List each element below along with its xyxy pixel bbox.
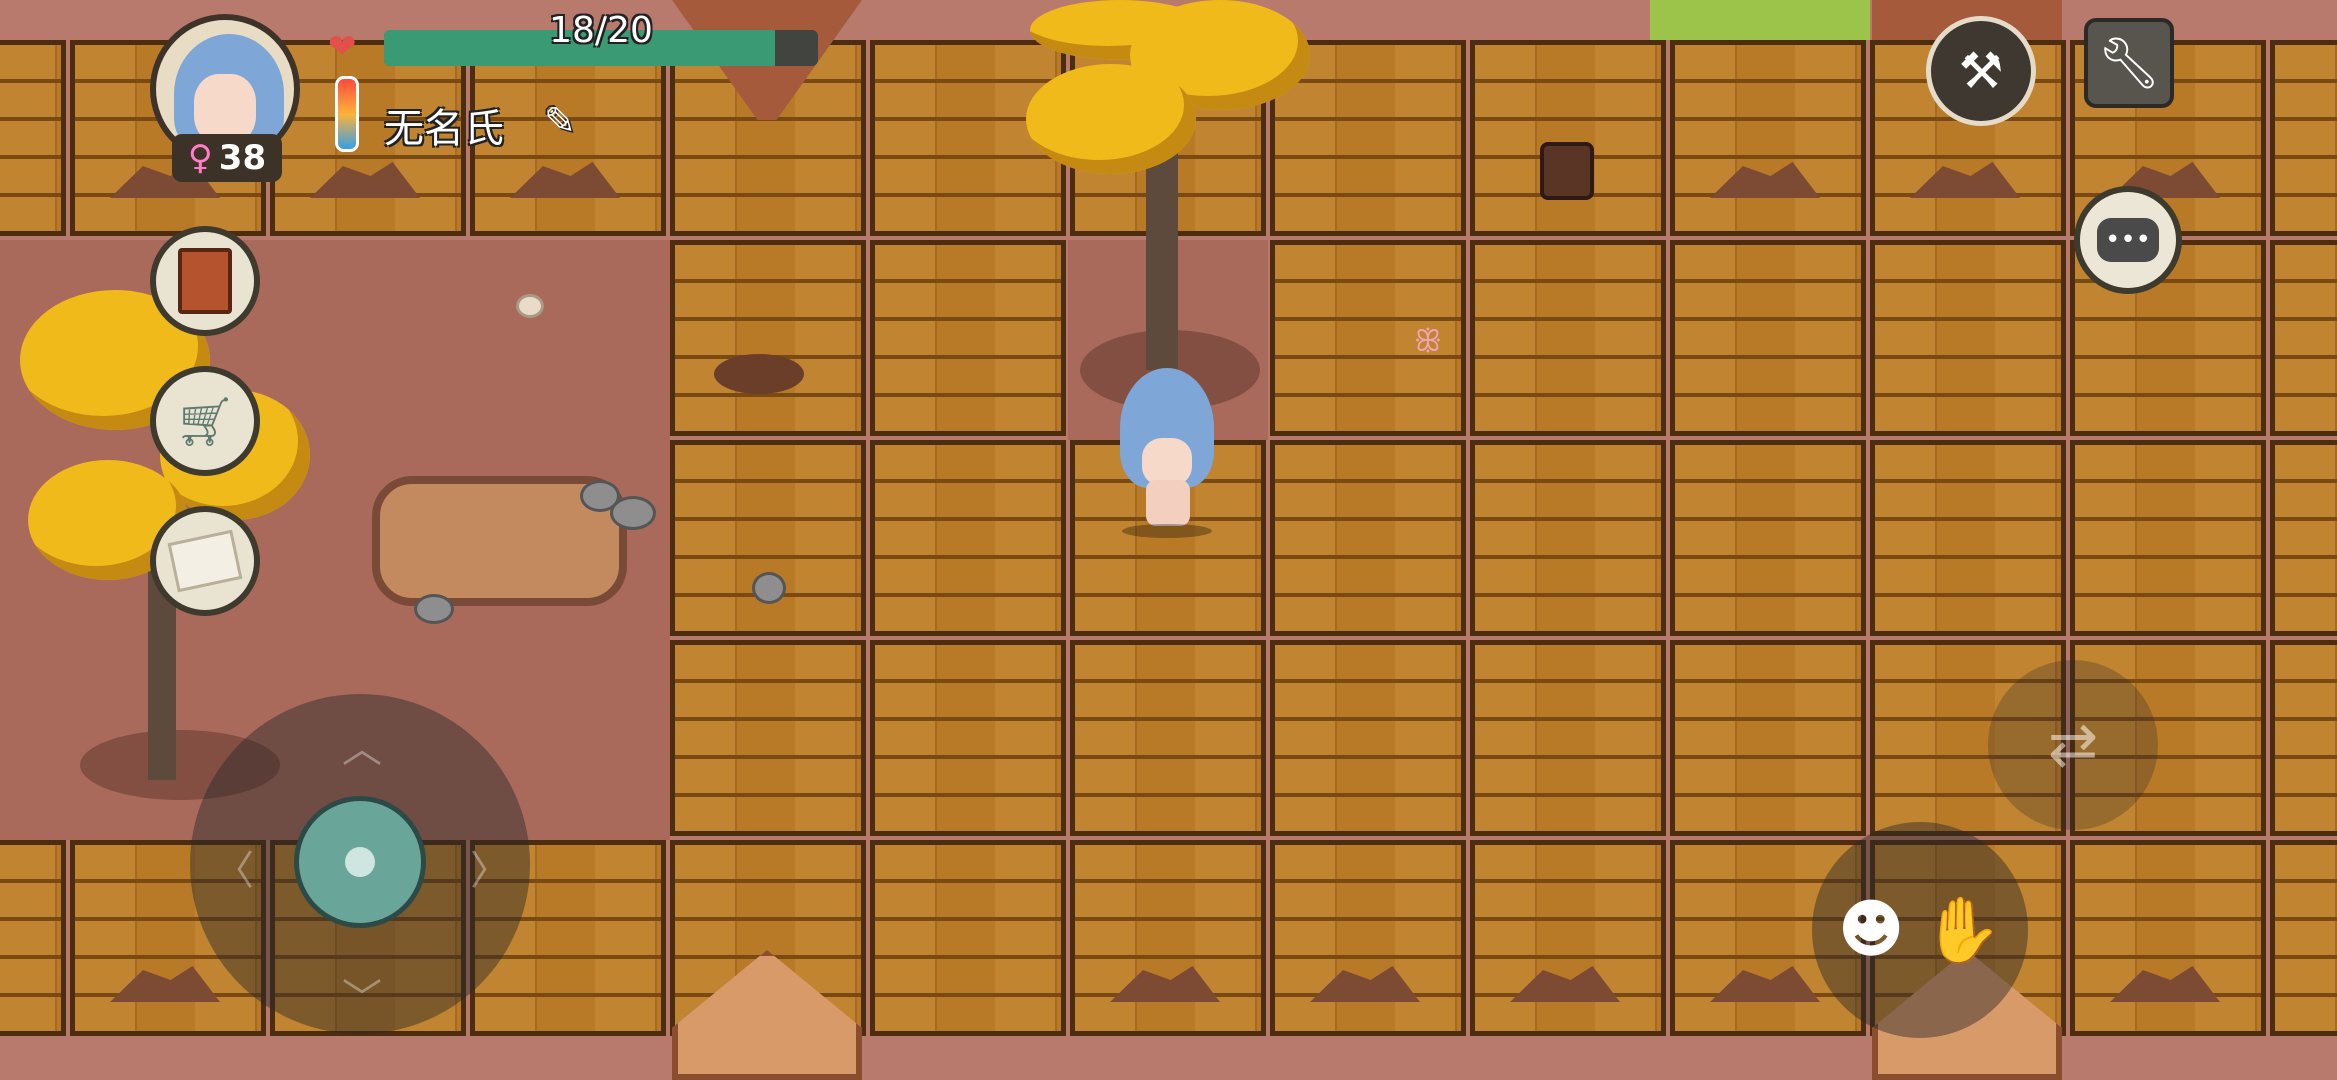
age-value: 38 <box>218 138 267 178</box>
shop-button[interactable]: 🛒︎ <box>150 366 260 476</box>
settings-button[interactable]: 🔧︎ <box>2084 18 2174 108</box>
grass-strip-top <box>1650 0 1870 40</box>
health-text: 18/20 <box>549 10 653 51</box>
character-shadow <box>1122 524 1212 538</box>
chevron-left-icon: 〈 <box>214 848 254 894</box>
plank-tile <box>1670 40 1866 236</box>
plank-tile <box>1870 240 2066 436</box>
swap-pick-up-icon: ⇄ <box>2047 710 2099 780</box>
age-badge: ♀ 38 <box>172 134 282 182</box>
plank-tile <box>1470 40 1666 236</box>
character-face <box>1142 438 1192 486</box>
player-character[interactable] <box>1112 368 1222 538</box>
plank-tile <box>870 640 1066 836</box>
plank-tile <box>870 840 1066 1036</box>
emote-slap-icon: ✋ <box>1922 893 2003 968</box>
wooden-barrel[interactable] <box>1540 142 1594 200</box>
plank-tile <box>2270 40 2337 236</box>
smile-icon: ☻ <box>1837 893 1905 967</box>
plank-tile <box>1470 640 1666 836</box>
journal-button[interactable] <box>150 226 260 336</box>
plank-tile <box>1270 640 1466 836</box>
plank-tile <box>670 240 866 436</box>
character-body <box>1146 480 1190 526</box>
plank-tile <box>1270 840 1466 1036</box>
map-icon <box>167 529 243 593</box>
plank-tile <box>1070 640 1266 836</box>
plank-tile <box>0 840 66 1036</box>
plank-tile <box>2270 440 2337 636</box>
plank-tile <box>670 640 866 836</box>
heart-icon: ❤ <box>328 27 357 67</box>
plank-tile <box>1670 240 1866 436</box>
joystick-knob-center <box>345 847 375 877</box>
plank-tile <box>1470 440 1666 636</box>
plank-tile <box>670 440 866 636</box>
plank-tile <box>1070 840 1266 1036</box>
thermometer-icon <box>335 76 359 152</box>
plank-tile <box>2270 840 2337 1036</box>
butterfly[interactable]: ꕥ <box>1414 324 1442 359</box>
build-button[interactable]: ⚒ <box>1926 16 2036 126</box>
small-stone[interactable] <box>516 294 544 318</box>
player-name[interactable]: 无名氏 <box>384 96 504 154</box>
book-icon <box>178 248 232 314</box>
plank-tile <box>1670 440 1866 636</box>
plank-tile <box>2070 440 2266 636</box>
plank-tile <box>2070 840 2266 1036</box>
plank-tile <box>2270 240 2337 436</box>
chevron-right-icon: 〉 <box>470 848 510 894</box>
female-icon: ♀ <box>187 138 213 178</box>
plank-tile <box>1670 640 1866 836</box>
pick-up-button[interactable]: ⇄ <box>1988 660 2158 830</box>
tree-trunk <box>1146 140 1178 370</box>
map-button[interactable] <box>150 506 260 616</box>
tree-crown[interactable] <box>1026 64 1196 174</box>
emote-button[interactable]: ☻ ✋ <box>1812 822 2028 1038</box>
wrench-icon: 🔧︎ <box>2097 33 2161 92</box>
chevron-up-icon: ︿ <box>342 726 382 772</box>
twig-pile[interactable] <box>714 354 804 394</box>
pencil-icon[interactable]: ✎ <box>544 100 586 142</box>
small-stone[interactable] <box>752 572 786 604</box>
rock[interactable] <box>610 496 656 530</box>
joystick-knob[interactable] <box>294 796 426 928</box>
plank-tile <box>0 40 66 236</box>
plank-tile <box>870 440 1066 636</box>
plank-tile <box>1470 840 1666 1036</box>
chat-bubble-icon: ••• <box>2097 218 2159 262</box>
plank-tile <box>870 240 1066 436</box>
hammer-icon: ⚒ <box>1958 42 2004 100</box>
plank-tile <box>1470 240 1666 436</box>
chat-button[interactable]: ••• <box>2074 186 2182 294</box>
plank-tile <box>2270 640 2337 836</box>
cart-icon: 🛒︎ <box>174 393 236 450</box>
plank-tile <box>1870 440 2066 636</box>
chevron-down-icon: ﹀ <box>342 976 382 1022</box>
rock[interactable] <box>414 594 454 624</box>
plank-tile <box>1270 440 1466 636</box>
